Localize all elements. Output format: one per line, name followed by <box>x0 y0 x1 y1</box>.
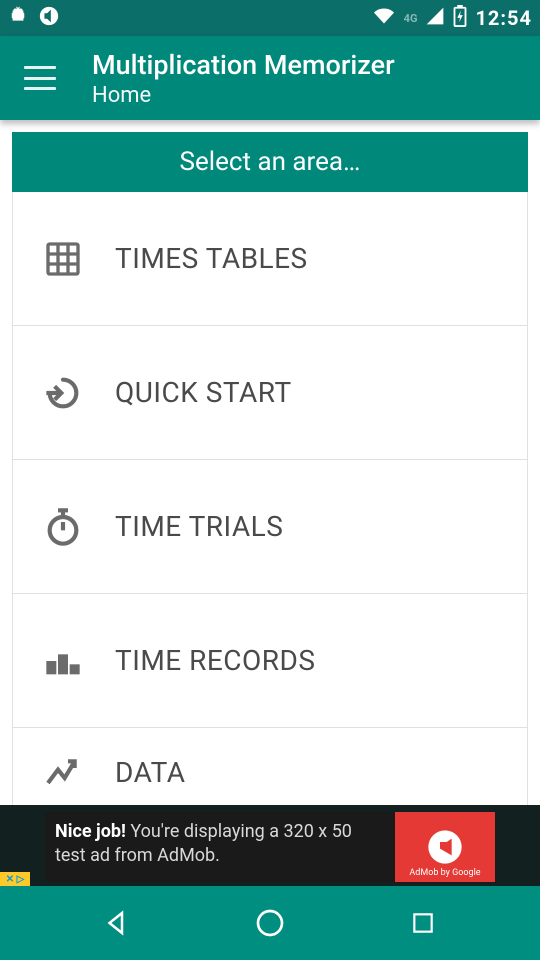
stopwatch-icon <box>43 507 83 547</box>
menu-item-quick-start[interactable]: QUICK START <box>12 326 528 460</box>
network-type: 4G <box>404 12 418 25</box>
area-list: TIMES TABLES QUICK START TIME TRIALS <box>12 192 528 818</box>
status-clock: 12:54 <box>475 6 532 30</box>
content-area: Select an area… TIMES TABLES QUICK START <box>0 120 540 805</box>
system-nav-bar <box>0 886 540 960</box>
app-subtitle: Home <box>92 83 395 108</box>
grid-icon <box>43 239 83 279</box>
chart-line-icon <box>43 753 83 793</box>
app-bar: Multiplication Memorizer Home <box>0 36 540 120</box>
nav-back-button[interactable] <box>97 903 137 943</box>
ad-banner[interactable]: Nice job! You're displaying a 320 x 50 t… <box>0 805 540 886</box>
android-debug-icon <box>8 6 28 30</box>
menu-item-label: DATA <box>115 756 185 789</box>
adchoices-icon[interactable]: ✕ ▷ <box>0 872 30 886</box>
menu-item-times-tables[interactable]: TIMES TABLES <box>12 192 528 326</box>
menu-item-time-records[interactable]: TIME RECORDS <box>12 594 528 728</box>
podium-icon <box>43 641 83 681</box>
menu-item-label: TIME TRIALS <box>115 510 283 543</box>
menu-item-time-trials[interactable]: TIME TRIALS <box>12 460 528 594</box>
menu-item-label: QUICK START <box>115 376 292 409</box>
wifi-icon <box>372 6 396 30</box>
volume-icon <box>38 5 60 31</box>
battery-charging-icon <box>453 5 467 31</box>
hamburger-menu-button[interactable] <box>24 66 56 90</box>
ad-text-bold: Nice job! <box>55 821 126 842</box>
nav-recent-button[interactable] <box>403 903 443 943</box>
nav-home-button[interactable] <box>250 903 290 943</box>
ad-brand: AdMob by Google <box>409 868 480 878</box>
app-title: Multiplication Memorizer <box>92 49 395 81</box>
power-arrow-icon <box>43 373 83 413</box>
select-area-header: Select an area… <box>12 132 528 192</box>
menu-item-label: TIMES TABLES <box>115 242 308 275</box>
ad-text: Nice job! You're displaying a 320 x 50 t… <box>45 812 395 882</box>
cell-signal-icon <box>425 6 445 30</box>
menu-item-label: TIME RECORDS <box>115 644 316 677</box>
status-bar: 4G 12:54 <box>0 0 540 36</box>
ad-logo: AdMob by Google <box>395 812 495 882</box>
